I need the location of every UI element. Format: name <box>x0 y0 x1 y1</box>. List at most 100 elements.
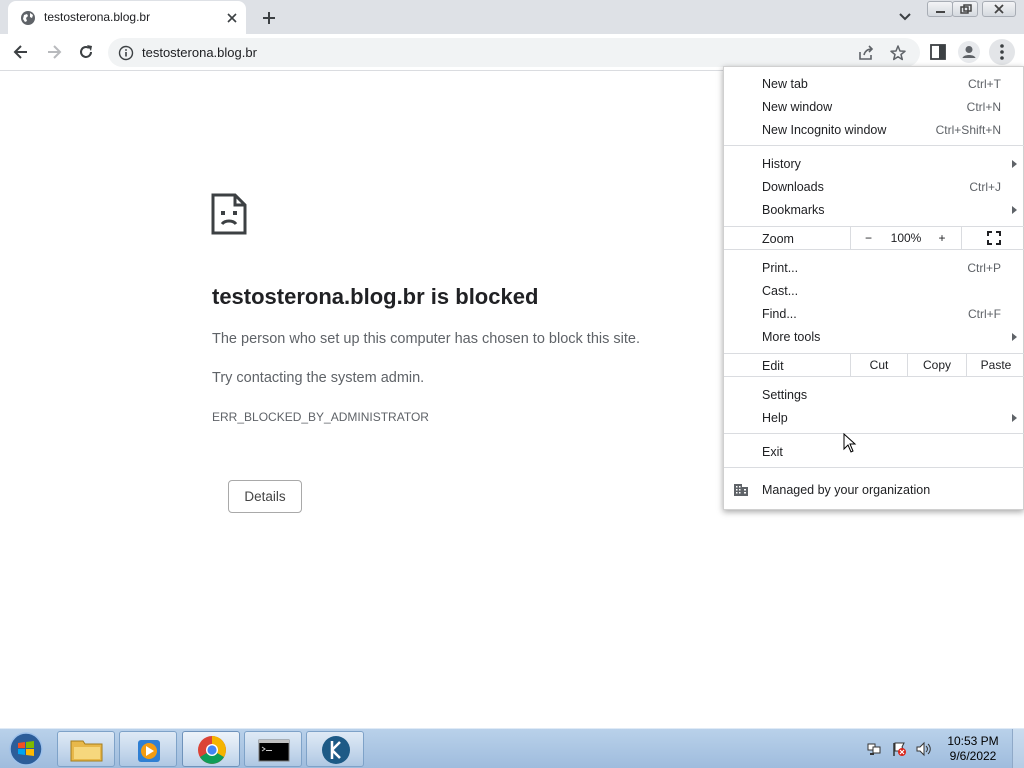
tab-active[interactable]: testosterona.blog.br <box>8 1 246 34</box>
share-icon[interactable] <box>857 44 875 62</box>
fullscreen-button[interactable] <box>961 227 1024 249</box>
menu-item-shortcut: Ctrl+F <box>968 307 1001 321</box>
chevron-down-icon[interactable] <box>896 9 914 25</box>
error-code: ERR_BLOCKED_BY_ADMINISTRATOR <box>212 410 429 424</box>
zoom-out-button[interactable]: − <box>850 227 886 249</box>
forward-arrow-icon[interactable] <box>44 42 64 62</box>
tab-strip: testosterona.blog.br <box>0 0 1024 34</box>
globe-icon <box>21 11 35 25</box>
taskbar-command-prompt[interactable] <box>244 731 302 767</box>
reload-icon[interactable] <box>76 42 96 62</box>
menu-item-shortcut: Ctrl+T <box>968 77 1001 91</box>
app-icon <box>322 736 350 764</box>
menu-item-print[interactable]: Print... Ctrl+P <box>724 256 1024 279</box>
menu-item-shortcut: Ctrl+J <box>969 180 1001 194</box>
taskbar-file-explorer[interactable] <box>57 731 115 767</box>
close-icon <box>994 4 1004 14</box>
info-icon[interactable] <box>118 45 134 61</box>
clock-date: 9/6/2022 <box>949 749 997 763</box>
submenu-arrow-icon <box>1012 333 1017 341</box>
zoom-in-button[interactable]: + <box>926 227 958 249</box>
cut-button[interactable]: Cut <box>850 354 907 376</box>
details-button[interactable]: Details <box>228 480 302 513</box>
paste-button[interactable]: Paste <box>966 354 1024 376</box>
system-clock[interactable]: 10:53 PM 9/6/2022 <box>940 734 1006 764</box>
menu-item-new-tab[interactable]: New tab Ctrl+T <box>724 72 1024 95</box>
menu-item-shortcut: Ctrl+N <box>966 100 1001 114</box>
menu-item-more-tools[interactable]: More tools <box>724 325 1024 348</box>
url-text[interactable]: testosterona.blog.br <box>142 45 257 60</box>
submenu-arrow-icon <box>1012 206 1017 214</box>
menu-item-label: New window <box>762 100 833 114</box>
chrome-menu-button[interactable] <box>989 39 1015 65</box>
three-dots-vertical-icon <box>1000 44 1004 60</box>
restore-button[interactable] <box>952 1 978 17</box>
minimize-button[interactable] <box>927 1 953 17</box>
error-message: The person who set up this computer has … <box>212 331 640 347</box>
menu-item-help[interactable]: Help <box>724 406 1024 429</box>
taskbar-chrome[interactable] <box>182 731 240 767</box>
menu-item-label: New Incognito window <box>762 123 887 137</box>
command-prompt-icon <box>258 739 290 762</box>
tab-title: testosterona.blog.br <box>44 10 151 24</box>
chrome-icon <box>198 736 226 764</box>
address-bar[interactable]: testosterona.blog.br <box>108 38 920 67</box>
menu-item-label: New tab <box>762 77 808 91</box>
copy-button[interactable]: Copy <box>907 354 966 376</box>
clock-time: 10:53 PM <box>947 734 999 748</box>
folder-icon <box>70 740 103 762</box>
menu-item-label: Find... <box>762 307 797 321</box>
menu-item-label: Cast... <box>762 284 799 298</box>
menu-item-find[interactable]: Find... Ctrl+F <box>724 302 1024 325</box>
edit-row: Edit Cut Copy Paste <box>724 353 1024 377</box>
menu-item-shortcut: Ctrl+Shift+N <box>935 123 1001 137</box>
side-panel-icon[interactable] <box>929 43 947 61</box>
menu-item-new-incognito-window[interactable]: New Incognito window Ctrl+Shift+N <box>724 118 1024 141</box>
start-button[interactable] <box>4 731 48 767</box>
person-icon <box>962 46 976 58</box>
restore-icon <box>960 4 972 14</box>
submenu-arrow-icon <box>1012 160 1017 168</box>
menu-separator <box>724 467 1024 468</box>
menu-item-label: Help <box>762 411 788 425</box>
menu-item-new-window[interactable]: New window Ctrl+N <box>724 95 1024 118</box>
windows-logo-icon <box>9 732 43 766</box>
show-desktop-button[interactable] <box>1012 729 1024 768</box>
taskbar-media-player[interactable] <box>119 731 177 767</box>
action-center-flag-icon[interactable] <box>891 741 907 757</box>
menu-item-history[interactable]: History <box>724 152 1024 175</box>
menu-item-bookmarks[interactable]: Bookmarks <box>724 198 1024 221</box>
menu-item-label: Exit <box>762 445 783 459</box>
sad-document-icon <box>211 193 247 235</box>
menu-item-managed[interactable]: Managed by your organization <box>724 478 1024 501</box>
volume-icon[interactable] <box>915 741 931 757</box>
chrome-menu: New tab Ctrl+T New window Ctrl+N New Inc… <box>723 66 1024 510</box>
taskbar: 10:53 PM 9/6/2022 <box>0 728 1024 768</box>
page-title: testosterona.blog.br is blocked <box>212 284 539 309</box>
taskbar-custom-app[interactable] <box>306 731 364 767</box>
back-arrow-icon[interactable] <box>11 42 31 62</box>
close-window-button[interactable] <box>982 1 1016 17</box>
network-icon[interactable] <box>866 741 882 757</box>
error-hint: Try contacting the system admin. <box>212 370 425 386</box>
menu-item-label: Downloads <box>762 180 824 194</box>
menu-item-exit[interactable]: Exit <box>724 440 1024 463</box>
fullscreen-icon <box>986 231 1001 245</box>
zoom-label: Zoom <box>762 232 794 246</box>
close-tab-icon[interactable] <box>224 10 240 26</box>
media-player-icon <box>138 740 160 762</box>
menu-item-settings[interactable]: Settings <box>724 383 1024 406</box>
new-tab-icon[interactable] <box>259 8 279 28</box>
profile-avatar[interactable] <box>958 41 980 63</box>
menu-item-cast[interactable]: Cast... <box>724 279 1024 302</box>
zoom-row: Zoom − 100% + <box>724 226 1024 250</box>
menu-item-label: Print... <box>762 261 799 275</box>
menu-item-label: History <box>762 157 801 171</box>
menu-item-label: Bookmarks <box>762 203 825 217</box>
menu-item-downloads[interactable]: Downloads Ctrl+J <box>724 175 1024 198</box>
menu-item-shortcut: Ctrl+P <box>967 261 1001 275</box>
bookmark-star-icon[interactable] <box>889 44 907 62</box>
minimize-icon <box>936 11 945 13</box>
mouse-cursor-icon <box>843 433 857 453</box>
menu-separator <box>724 145 1024 146</box>
